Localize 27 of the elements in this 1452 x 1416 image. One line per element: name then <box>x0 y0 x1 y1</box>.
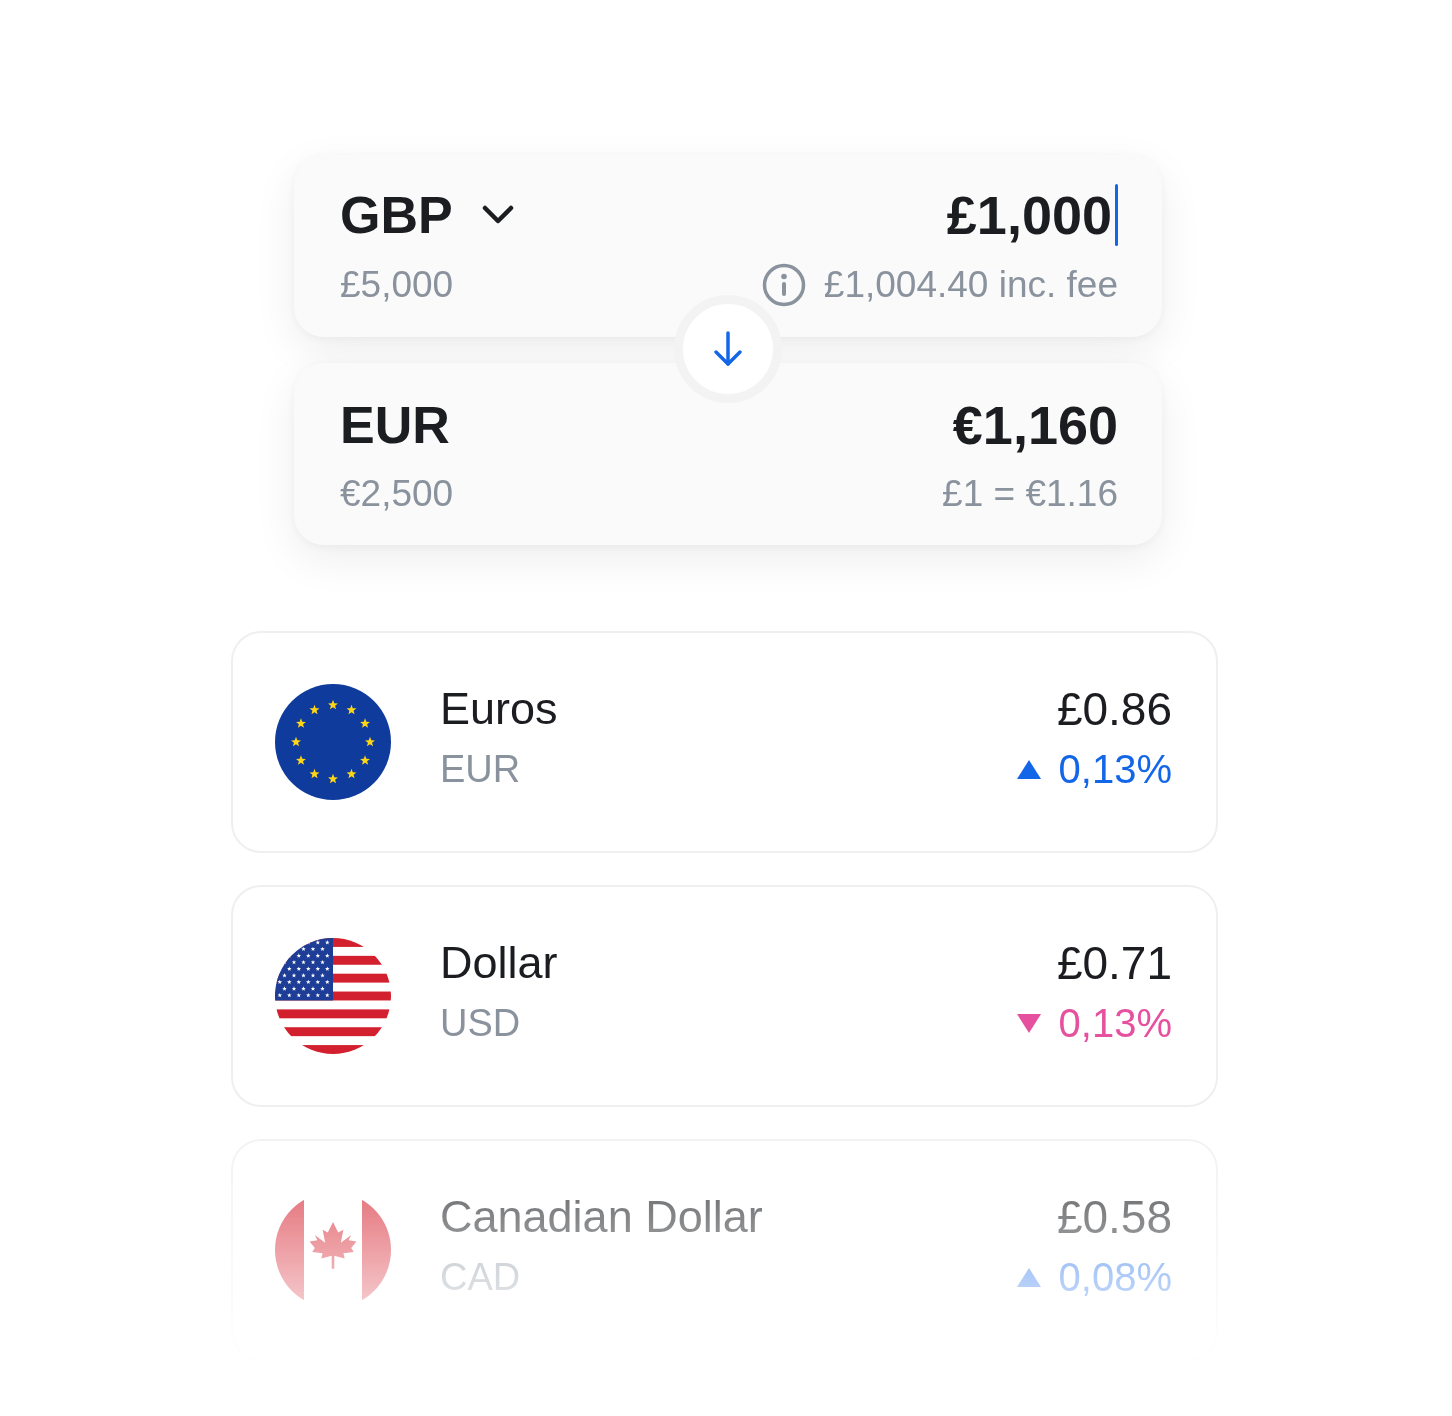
currency-name: Euros <box>440 682 558 736</box>
converted-amount: €1,160 <box>952 394 1118 456</box>
text-cursor-icon <box>1115 184 1118 246</box>
currency-selector[interactable]: GBP <box>340 184 515 246</box>
change-percent: 0,08% <box>1058 1254 1172 1301</box>
change-percent: 0,13% <box>1058 1000 1172 1047</box>
fee-note: £1,004.40 inc. fee <box>823 263 1118 307</box>
change-percent: 0,13% <box>1058 746 1172 793</box>
exchange-rate: £1 = €1.16 <box>942 472 1118 516</box>
currency-row[interactable]: Dollar USD £0.71 0,13% <box>231 885 1218 1107</box>
us-flag-icon <box>275 938 391 1054</box>
balance-label: €2,500 <box>340 472 454 516</box>
currency-code: EUR <box>440 747 521 792</box>
balance-label: £5,000 <box>340 263 454 307</box>
eu-flag-icon <box>275 684 391 800</box>
currency-price: £0.71 <box>1056 936 1172 991</box>
currency-row[interactable]: Euros EUR £0.86 0,13% <box>231 631 1218 853</box>
chevron-down-icon <box>480 204 515 226</box>
arrow-down-icon <box>712 331 744 367</box>
currency-price: £0.86 <box>1056 682 1172 737</box>
currency-name: Dollar <box>440 936 558 990</box>
currency-price: £0.58 <box>1056 1190 1172 1245</box>
info-icon[interactable] <box>761 263 806 307</box>
amount-field[interactable]: £1,000 <box>946 184 1118 246</box>
currency-code: USD <box>440 1001 521 1046</box>
currency-label: EUR <box>340 395 450 456</box>
currency-name: Canadian Dollar <box>440 1190 763 1244</box>
